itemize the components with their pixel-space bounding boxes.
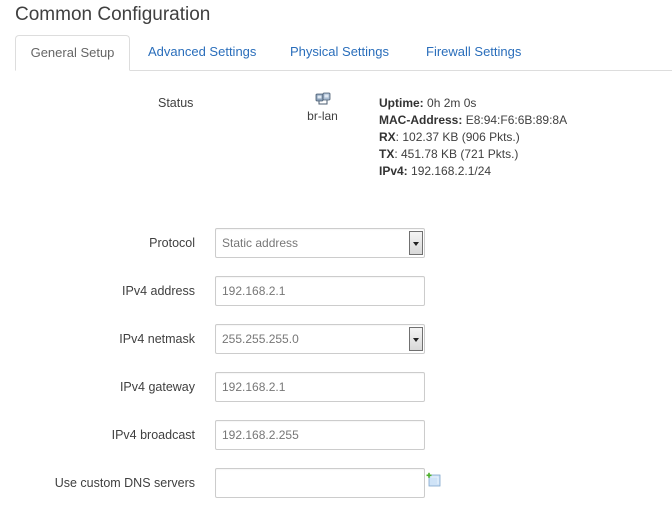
tx-row: TX: 451.78 KB (721 Pkts.) — [379, 146, 567, 163]
protocol-label: Protocol — [149, 236, 195, 250]
ipv4-gateway-label: IPv4 gateway — [119, 380, 195, 394]
uptime-label: Uptime: — [379, 96, 424, 110]
protocol-select[interactable]: Static address — [215, 228, 425, 258]
tx-value: : 451.78 KB (721 Pkts.) — [394, 147, 519, 161]
add-entry-icon[interactable] — [426, 472, 441, 487]
ipv4-netmask-value: 255.255.255.0 — [222, 332, 299, 346]
mac-label: MAC-Address: — [379, 113, 463, 127]
ipv4-row: IPv4: 192.168.2.1/24 — [379, 163, 567, 180]
dns-servers-label: Use custom DNS servers — [54, 476, 195, 490]
interface-status-info: Uptime: 0h 2m 0s MAC-Address: E8:94:F6:6… — [379, 95, 567, 180]
ipv4-broadcast-label: IPv4 broadcast — [111, 428, 195, 442]
chevron-down-icon[interactable] — [409, 231, 423, 255]
ipv4-label: IPv4: — [379, 164, 408, 178]
rx-value: : 102.37 KB (906 Pkts.) — [395, 130, 520, 144]
ipv4-netmask-select[interactable]: 255.255.255.0 — [215, 324, 425, 354]
status-label: Status — [158, 96, 194, 110]
protocol-value: Static address — [222, 236, 299, 250]
ipv4-broadcast-input[interactable]: 192.168.2.255 — [215, 420, 425, 450]
rx-row: RX: 102.37 KB (906 Pkts.) — [379, 129, 567, 146]
interface-badge: br-lan — [300, 92, 345, 123]
uptime-value: 0h 2m 0s — [427, 96, 477, 110]
dns-servers-input[interactable] — [215, 468, 425, 498]
chevron-down-icon[interactable] — [409, 327, 423, 351]
interface-name: br-lan — [307, 109, 338, 123]
mac-value: E8:94:F6:6B:89:8A — [465, 113, 568, 127]
tab-physical-settings[interactable]: Physical Settings — [290, 44, 389, 59]
tab-general-setup[interactable]: General Setup — [15, 35, 130, 71]
page-title: Common Configuration — [15, 4, 211, 25]
tab-advanced-settings[interactable]: Advanced Settings — [148, 44, 256, 59]
rx-label: RX — [379, 130, 396, 144]
ipv4-address-label: IPv4 address — [122, 284, 195, 298]
tab-firewall-settings[interactable]: Firewall Settings — [426, 44, 521, 59]
uptime-row: Uptime: 0h 2m 0s — [379, 95, 567, 112]
ipv4-address-input[interactable]: 192.168.2.1 — [215, 276, 425, 306]
tx-label: TX — [379, 147, 395, 161]
network-bridge-icon — [315, 92, 330, 105]
mac-row: MAC-Address: E8:94:F6:6B:89:8A — [379, 112, 567, 129]
ipv4-netmask-label: IPv4 netmask — [119, 332, 195, 346]
ipv4-value: 192.168.2.1/24 — [411, 164, 492, 178]
ipv4-gateway-input[interactable]: 192.168.2.1 — [215, 372, 425, 402]
tab-bar-divider — [130, 70, 672, 71]
tab-bar: General Setup Advanced Settings Physical… — [0, 35, 672, 71]
